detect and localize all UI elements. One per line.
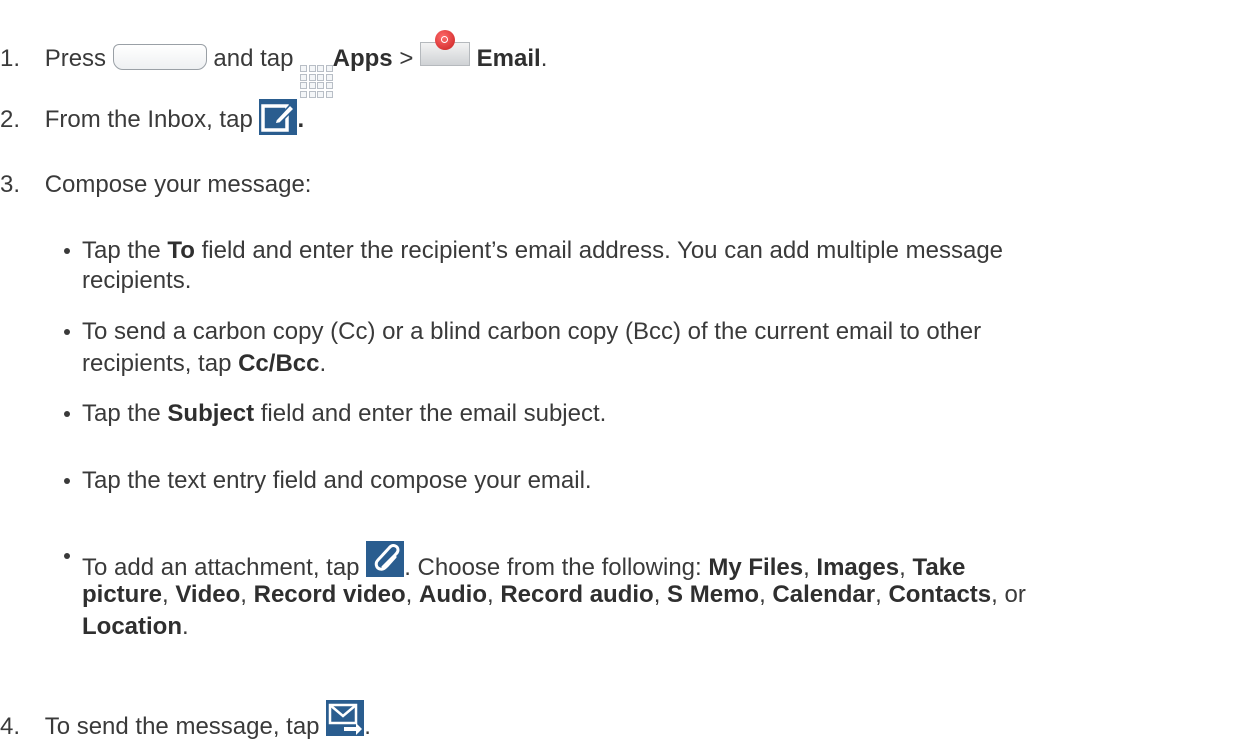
option-record-audio: Record audio <box>500 581 654 608</box>
bullet-4: Tap the text entry field and compose you… <box>82 466 592 496</box>
comma: , <box>759 581 766 608</box>
bullet-5-line-3: Location. <box>82 612 189 642</box>
option-calendar: Calendar <box>772 581 876 608</box>
option-my-files: My Files <box>708 554 804 581</box>
step-text: Compose your message: <box>44 171 312 198</box>
option-s-memo: S Memo <box>667 581 760 608</box>
option-take-picture: picture <box>82 581 163 608</box>
bullet-dot <box>64 411 70 417</box>
option-images: Images <box>816 554 900 581</box>
instructions-document: 1. Press and tap Apps > Email. 2. From t… <box>0 0 1253 753</box>
bullet-text: recipients. <box>82 267 192 294</box>
bullet-dot <box>64 478 70 484</box>
bullet-2-line-1: To send a carbon copy (Cc) or a blind ca… <box>82 317 981 347</box>
comma: , <box>991 581 998 608</box>
period: . <box>319 350 327 377</box>
comma: , <box>240 581 247 608</box>
bullet-text: To send a carbon copy (Cc) or a blind ca… <box>82 318 982 345</box>
email-label: Email <box>476 45 541 72</box>
bullet-dot <box>64 248 70 254</box>
separator: > <box>399 45 414 72</box>
to-field-label: To <box>167 237 195 264</box>
bullet-dot <box>64 329 70 335</box>
bullet-text: or <box>1004 581 1026 608</box>
period: . <box>540 45 548 72</box>
apps-grid-icon <box>300 65 333 98</box>
subject-field-label: Subject <box>167 400 255 427</box>
step-2: 2. From the Inbox, tap . <box>0 99 304 135</box>
step-number: 3. <box>0 171 21 198</box>
option-location: Location <box>82 613 182 640</box>
step-number: 2. <box>0 106 21 133</box>
comma: , <box>405 581 413 608</box>
option-audio: Audio <box>419 581 487 608</box>
email-app-icon <box>420 28 470 68</box>
comma: , <box>875 581 882 608</box>
send-icon <box>326 700 365 736</box>
bullet-1-line-1: Tap the To field and enter the recipient… <box>82 236 1003 266</box>
bullet-text: . Choose from the following: <box>404 554 702 581</box>
bullet-text: To add an attachment, tap <box>82 554 360 581</box>
step-text: To send the message, tap <box>44 713 320 740</box>
compose-icon <box>259 99 298 135</box>
step-number: 1. <box>0 45 21 72</box>
comma: , <box>899 554 906 581</box>
option-contacts: Contacts <box>888 581 992 608</box>
apps-label: Apps <box>332 45 393 72</box>
step-text: Press <box>44 45 107 72</box>
bullet-text: field and enter the recipient’s email ad… <box>201 237 1004 264</box>
bullet-text: Tap the <box>82 400 161 427</box>
step-3: 3. Compose your message: <box>0 170 311 200</box>
bullet-5-line-1: To add an attachment, tap . Choose from … <box>82 541 965 583</box>
comma: , <box>162 581 169 608</box>
step-number: 4. <box>0 713 21 740</box>
home-button-icon <box>112 44 207 70</box>
paperclip-attach-icon <box>366 541 405 577</box>
cc-bcc-label: Cc/Bcc <box>238 350 320 377</box>
bullet-text: field and enter the email subject. <box>260 400 607 427</box>
option-video: Video <box>175 581 241 608</box>
step-4: 4. To send the message, tap . <box>0 700 371 742</box>
bullet-1-line-2: recipients. <box>82 266 191 296</box>
option-take-picture: Take <box>912 554 966 581</box>
bullet-text: Tap the text entry field and compose you… <box>82 467 592 494</box>
bullet-text: Tap the <box>82 237 161 264</box>
bullet-text: recipients, tap <box>82 350 232 377</box>
period: . <box>297 106 305 133</box>
bullet-3: Tap the Subject field and enter the emai… <box>82 399 606 429</box>
step-text: From the Inbox, tap <box>44 106 253 133</box>
comma: , <box>653 581 661 608</box>
bullet-dot <box>64 553 70 559</box>
period: . <box>182 613 189 640</box>
comma: , <box>487 581 494 608</box>
bullet-2-line-2: recipients, tap Cc/Bcc. <box>82 349 326 379</box>
comma: , <box>803 554 810 581</box>
step-1: 1. Press and tap Apps > Email. <box>0 28 547 98</box>
option-record-video: Record video <box>253 581 406 608</box>
bullet-5-line-2: picture, Video, Record video, Audio, Rec… <box>82 580 1026 610</box>
period: . <box>364 713 371 740</box>
step-text: and tap <box>213 45 294 72</box>
